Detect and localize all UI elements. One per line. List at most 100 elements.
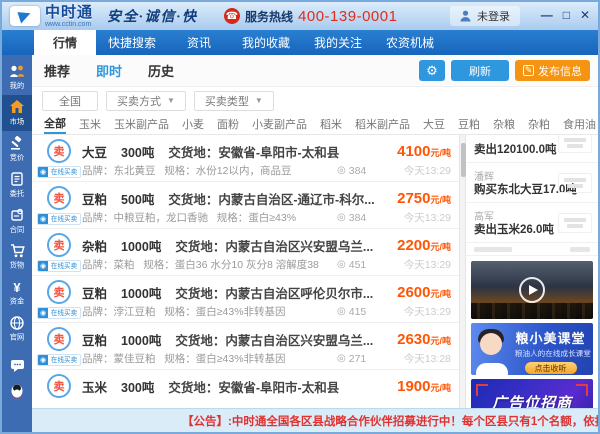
window-controls: — □ ✕ bbox=[541, 8, 590, 22]
paperclip-icon bbox=[9, 208, 25, 222]
ticker-item[interactable]: 潘辉 购买东北大豆17.0吨 bbox=[466, 163, 598, 203]
category-corn[interactable]: 玉米 bbox=[79, 116, 101, 132]
maximize-button[interactable]: □ bbox=[563, 8, 570, 22]
sidebar-item-mine[interactable]: 我的 bbox=[2, 59, 32, 95]
refresh-button[interactable]: 刷新 bbox=[451, 60, 509, 81]
sidebar-item-entrust[interactable]: 委托 bbox=[2, 167, 32, 203]
quantity: 300吨 bbox=[121, 377, 154, 396]
sidebar-item-bidding[interactable]: 竞价 bbox=[2, 131, 32, 167]
sell-badge: 卖 bbox=[47, 280, 71, 304]
delivery-location: 交货地：内蒙古自治区兴安盟乌兰... bbox=[175, 330, 383, 349]
category-misc-meal[interactable]: 杂粕 bbox=[528, 116, 550, 132]
sidebar-item-messages[interactable] bbox=[2, 353, 32, 376]
sidebar-item-funds[interactable]: ¥ 资金 bbox=[2, 275, 32, 311]
online-trade-icon: ◉ bbox=[38, 214, 48, 224]
category-flour[interactable]: 面粉 bbox=[217, 116, 239, 132]
hotline-number: 400-139-0001 bbox=[298, 8, 397, 25]
trade-type-filter[interactable]: 买卖类型▼ bbox=[194, 91, 274, 111]
app-logo-icon bbox=[10, 6, 40, 26]
course-banner[interactable]: 粮小美课堂 粮油人的在线成长课堂 点击收听 bbox=[471, 323, 593, 375]
quantity: 500吨 bbox=[121, 189, 154, 208]
category-corn-byproducts[interactable]: 玉米副产品 bbox=[114, 116, 169, 132]
tab-market-quotes[interactable]: 行情 bbox=[34, 30, 96, 55]
document-icon bbox=[9, 172, 25, 186]
tab-favorites[interactable]: 我的收藏 bbox=[230, 30, 302, 55]
quantity: 300吨 bbox=[121, 142, 154, 161]
sidebar-item-contract[interactable]: 合同 bbox=[2, 203, 32, 239]
product-name: 杂粕 bbox=[82, 236, 107, 255]
category-edible-oil[interactable]: 食用油 bbox=[563, 116, 596, 132]
settings-button[interactable]: ⚙ bbox=[419, 60, 445, 81]
sell-badge: 卖 bbox=[47, 186, 71, 210]
announcement-bar[interactable]: 【公告】:中时通全国各区县战略合作伙伴招募进行中！每个区县只有1个名额，依托中时… bbox=[32, 408, 598, 432]
category-misc-grain[interactable]: 杂粮 bbox=[493, 116, 515, 132]
listing-row[interactable]: 卖 ◉在线买卖 豆粕 1000吨 交货地：内蒙古自治区呼伦贝尔市... 2600… bbox=[32, 276, 459, 323]
listing-row[interactable]: 卖 ◉在线买卖 豆粕 500吨 交货地：内蒙古自治区-通辽市-科尔... 275… bbox=[32, 182, 459, 229]
subtab-realtime[interactable]: 即时 bbox=[96, 61, 122, 80]
sidebar-item-website[interactable]: 官网 bbox=[2, 311, 32, 347]
online-trade-tag[interactable]: ◉在线买卖 bbox=[37, 166, 81, 178]
tab-news[interactable]: 资讯 bbox=[168, 30, 230, 55]
online-trade-tag[interactable]: ◉在线买卖 bbox=[37, 354, 81, 366]
view-count: ◎271 bbox=[337, 353, 389, 365]
product-name: 豆粕 bbox=[82, 330, 107, 349]
listing-row[interactable]: 卖 ◉在线买卖 豆粕 1000吨 交货地：内蒙古自治区兴安盟乌兰... 2630… bbox=[32, 323, 459, 370]
trader-name: 高军 bbox=[474, 208, 554, 221]
main-nav: 行情 快捷搜索 资讯 我的收藏 我的关注 农资机械 bbox=[2, 30, 598, 55]
product-name: 豆粕 bbox=[82, 283, 107, 302]
price: 4100元/吨 bbox=[397, 144, 451, 161]
brand-slogan: 安全·诚信·快 bbox=[107, 6, 198, 26]
ticker-item[interactable]: 卖出120100.0吨 bbox=[466, 135, 598, 163]
sidebar-item-market[interactable]: 市场 bbox=[2, 95, 32, 131]
view-count: ◎384 bbox=[337, 165, 389, 177]
sell-badge: 卖 bbox=[47, 233, 71, 257]
login-button[interactable]: 未登录 bbox=[450, 6, 520, 26]
quantity: 1000吨 bbox=[121, 283, 161, 302]
play-icon[interactable] bbox=[519, 277, 545, 303]
brand-spec: 品牌：菜粕 规格：蛋白36 水分10 灰分8 溶解度38 bbox=[82, 257, 337, 272]
region-filter[interactable]: 全国 bbox=[42, 91, 98, 111]
tab-agri-machinery[interactable]: 农资机械 bbox=[374, 30, 446, 55]
tab-following[interactable]: 我的关注 bbox=[302, 30, 374, 55]
category-all[interactable]: 全部 bbox=[44, 115, 66, 134]
online-trade-tag[interactable]: ◉在线买卖 bbox=[37, 260, 81, 272]
delivery-location: 交货地：内蒙古自治区呼伦贝尔市... bbox=[175, 283, 383, 302]
tab-quick-search[interactable]: 快捷搜索 bbox=[96, 30, 168, 55]
online-trade-tag[interactable]: ◉在线买卖 bbox=[37, 213, 81, 225]
sell-badge: 卖 bbox=[47, 327, 71, 351]
category-soybean-meal[interactable]: 豆粕 bbox=[458, 116, 480, 132]
publish-info-button[interactable]: ✎ 发布信息 bbox=[515, 60, 590, 81]
subtab-recommended[interactable]: 推荐 bbox=[44, 61, 70, 80]
scrollbar-thumb[interactable] bbox=[461, 143, 466, 177]
subtab-history[interactable]: 历史 bbox=[148, 61, 174, 80]
post-time: 今天13:29 bbox=[389, 163, 451, 178]
category-rice-byproducts[interactable]: 稻米副产品 bbox=[355, 116, 410, 132]
category-soybean[interactable]: 大豆 bbox=[423, 116, 445, 132]
sidebar-item-qq[interactable] bbox=[2, 380, 32, 403]
globe-icon bbox=[9, 316, 25, 330]
category-wheat-byproducts[interactable]: 小麦副产品 bbox=[252, 116, 307, 132]
chat-icon bbox=[9, 358, 25, 372]
product-name: 玉米 bbox=[82, 377, 107, 396]
sidebar-item-goods[interactable]: 货物 bbox=[2, 239, 32, 275]
category-wheat[interactable]: 小麦 bbox=[182, 116, 204, 132]
listing-row[interactable]: 卖 ◉在线买卖 杂粕 1000吨 交货地：内蒙古自治区兴安盟乌兰... 2200… bbox=[32, 229, 459, 276]
delivery-location: 交货地：安徽省-阜阳市-太和县 bbox=[168, 142, 383, 161]
listen-button[interactable]: 点击收听 bbox=[525, 362, 577, 374]
host-avatar bbox=[474, 329, 510, 375]
vertical-scrollbar[interactable] bbox=[459, 135, 466, 432]
close-button[interactable]: ✕ bbox=[580, 8, 590, 22]
video-thumbnail[interactable] bbox=[471, 261, 593, 319]
pencil-icon: ✎ bbox=[523, 65, 534, 76]
listing-row[interactable]: 卖 ◉在线买卖 大豆 300吨 交货地：安徽省-阜阳市-太和县 4100元/吨 … bbox=[32, 135, 459, 182]
price: 2750元/吨 bbox=[397, 191, 451, 208]
online-trade-tag[interactable]: ◉在线买卖 bbox=[37, 307, 81, 319]
ticker-item[interactable]: 高军 卖出玉米26.0吨 bbox=[466, 203, 598, 243]
trade-mode-filter[interactable]: 买卖方式▼ bbox=[106, 91, 186, 111]
product-name: 豆粕 bbox=[82, 189, 107, 208]
online-trade-icon: ◉ bbox=[38, 308, 48, 318]
category-rice[interactable]: 稻米 bbox=[320, 116, 342, 132]
minimize-button[interactable]: — bbox=[541, 8, 553, 22]
eye-icon: ◎ bbox=[337, 165, 346, 176]
post-time: 今天13:28 bbox=[389, 351, 451, 366]
